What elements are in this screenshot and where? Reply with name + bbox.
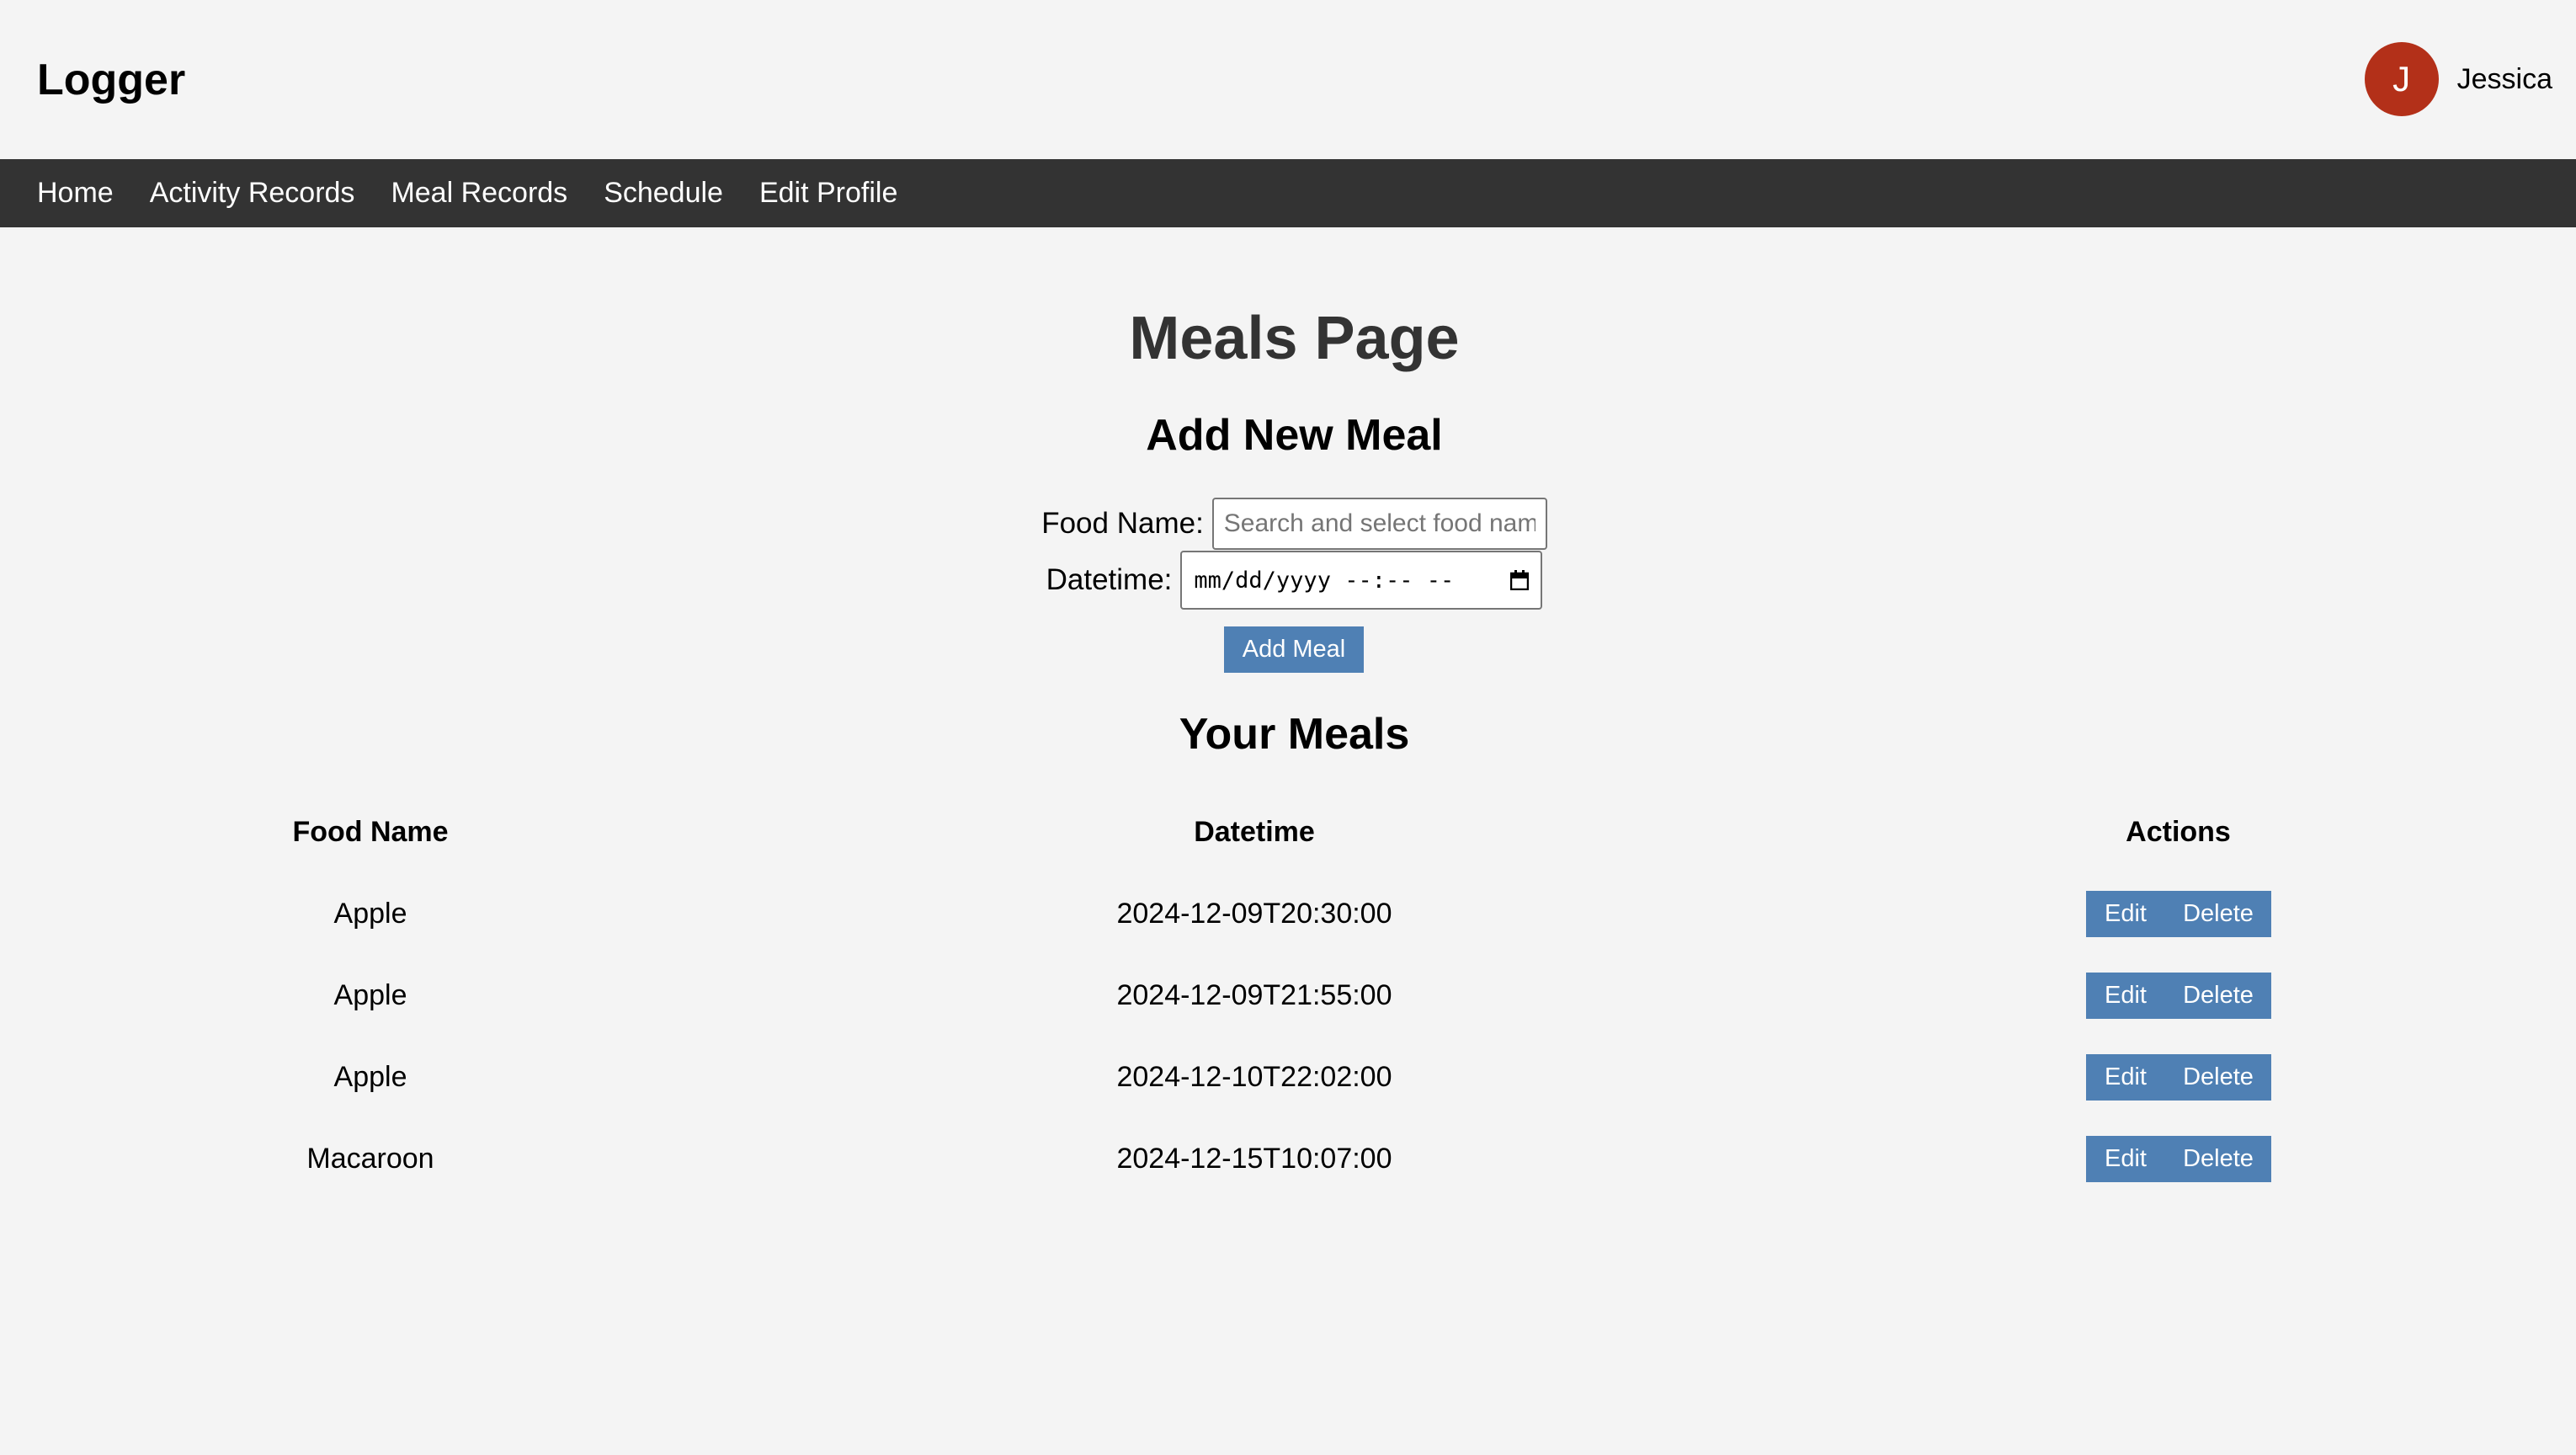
table-row: Apple 2024-12-10T22:02:00 Edit Delete xyxy=(0,1037,2576,1118)
datetime-row: Datetime: mm/dd/yyyy --:-- -- xyxy=(0,551,2576,610)
edit-button[interactable]: Edit xyxy=(2085,973,2166,1019)
header: Logger J Jessica xyxy=(0,0,2576,159)
edit-button[interactable]: Edit xyxy=(2085,891,2166,937)
cell-actions: Edit Delete xyxy=(1768,1118,2576,1200)
navbar: Home Activity Records Meal Records Sched… xyxy=(0,159,2576,227)
delete-button[interactable]: Delete xyxy=(2165,1054,2271,1101)
cell-actions: Edit Delete xyxy=(1768,873,2576,955)
cell-food-name: Macaroon xyxy=(306,1143,434,1175)
table-row: Apple 2024-12-09T20:30:00 Edit Delete xyxy=(0,873,2576,955)
row-actions: Edit Delete xyxy=(2085,891,2271,937)
table-row: Apple 2024-12-09T21:55:00 Edit Delete xyxy=(0,955,2576,1037)
column-header-datetime: Datetime xyxy=(1194,816,1315,848)
calendar-icon[interactable] xyxy=(1510,570,1530,591)
delete-button[interactable]: Delete xyxy=(2165,891,2271,937)
add-meal-heading: Add New Meal xyxy=(1146,411,1443,460)
app-logo[interactable]: Logger xyxy=(37,51,185,109)
your-meals-heading: Your Meals xyxy=(1179,710,1410,759)
nav-activity-records[interactable]: Activity Records xyxy=(150,177,355,210)
cell-food-name: Apple xyxy=(333,979,407,1011)
nav-home[interactable]: Home xyxy=(37,177,114,210)
table-row: Macaroon 2024-12-15T10:07:00 Edit Delete xyxy=(0,1118,2576,1200)
row-actions: Edit Delete xyxy=(2085,973,2271,1019)
page-title: Meals Page xyxy=(1129,305,1460,372)
add-meal-button[interactable]: Add Meal xyxy=(1224,626,1364,673)
cell-food-name: Apple xyxy=(333,1061,407,1093)
user-menu[interactable]: J Jessica xyxy=(2364,42,2552,116)
nav-schedule[interactable]: Schedule xyxy=(604,177,723,210)
food-name-input[interactable] xyxy=(1211,498,1547,550)
row-actions: Edit Delete xyxy=(2085,1136,2271,1182)
meals-table: Food Name Datetime Actions Apple 2024-12… xyxy=(0,791,2576,1200)
username: Jessica xyxy=(2456,62,2552,95)
datetime-placeholder: mm/dd/yyyy --:-- -- xyxy=(1194,567,1455,594)
cell-datetime: 2024-12-09T20:30:00 xyxy=(1116,898,1392,930)
cell-actions: Edit Delete xyxy=(1768,955,2576,1037)
cell-actions: Edit Delete xyxy=(1768,1037,2576,1118)
column-header-actions: Actions xyxy=(2126,816,2231,848)
delete-button[interactable]: Delete xyxy=(2165,1136,2271,1182)
nav-edit-profile[interactable]: Edit Profile xyxy=(759,177,897,210)
edit-button[interactable]: Edit xyxy=(2085,1136,2166,1182)
food-name-label: Food Name: xyxy=(1041,507,1204,540)
food-name-row: Food Name: xyxy=(0,497,2576,551)
cell-datetime: 2024-12-15T10:07:00 xyxy=(1116,1143,1392,1175)
avatar[interactable]: J xyxy=(2364,42,2439,116)
delete-button[interactable]: Delete xyxy=(2165,973,2271,1019)
nav-meal-records[interactable]: Meal Records xyxy=(391,177,567,210)
datetime-input[interactable]: mm/dd/yyyy --:-- -- xyxy=(1180,551,1543,610)
datetime-label: Datetime: xyxy=(1046,563,1173,596)
cell-datetime: 2024-12-09T21:55:00 xyxy=(1116,979,1392,1011)
row-actions: Edit Delete xyxy=(2085,1054,2271,1101)
edit-button[interactable]: Edit xyxy=(2085,1054,2166,1101)
table-header-row: Food Name Datetime Actions xyxy=(0,791,2576,873)
column-header-food-name: Food Name xyxy=(292,816,449,848)
cell-datetime: 2024-12-10T22:02:00 xyxy=(1116,1061,1392,1093)
cell-food-name: Apple xyxy=(333,898,407,930)
